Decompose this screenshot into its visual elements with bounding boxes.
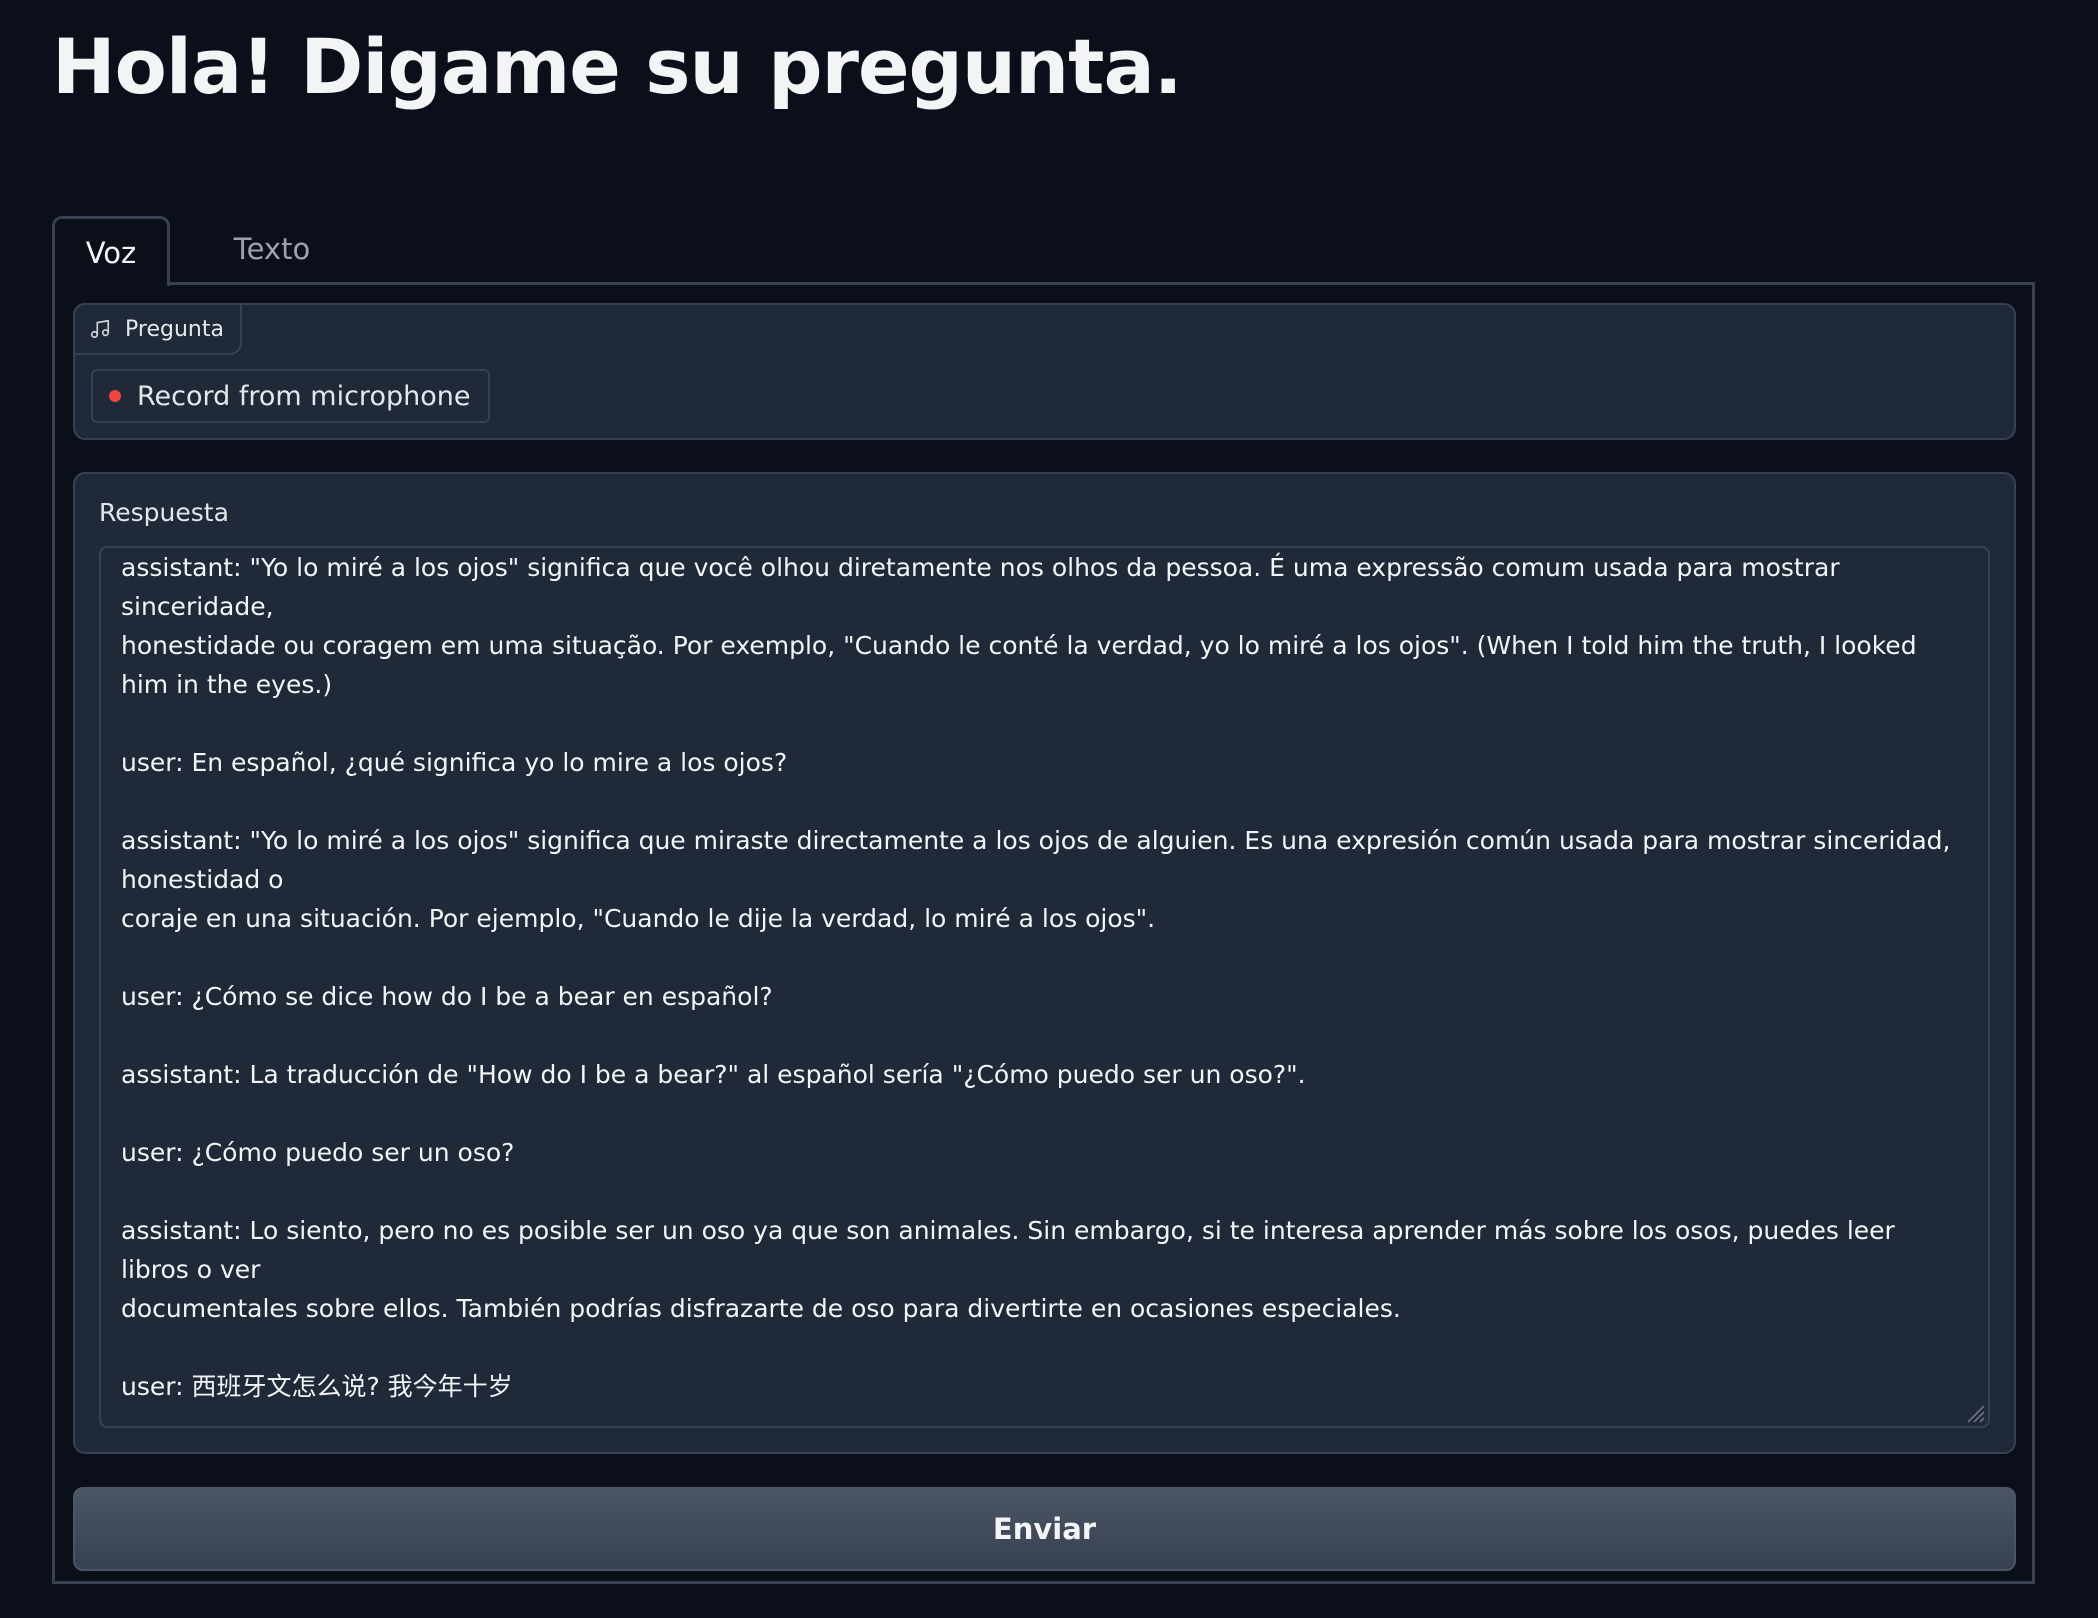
resize-handle-icon[interactable] xyxy=(1962,1400,1986,1424)
audio-input-label-text: Pregunta xyxy=(125,316,224,342)
record-button-label: Record from microphone xyxy=(137,380,471,412)
response-block: Respuesta assistant: "Yo lo miré a los o… xyxy=(73,472,2016,1454)
response-label: Respuesta xyxy=(99,498,229,527)
tabs-container: Voz Texto Pregunta Record from microphon… xyxy=(52,216,2035,1584)
response-textarea[interactable]: assistant: "Yo lo miré a los ojos" signi… xyxy=(99,546,1990,1428)
record-from-microphone-button[interactable]: Record from microphone xyxy=(91,369,491,423)
tab-panel-voz: Pregunta Record from microphone Respuest… xyxy=(52,282,2035,1584)
tab-voz[interactable]: Voz xyxy=(52,216,170,286)
enviar-button[interactable]: Enviar xyxy=(73,1487,2016,1571)
music-icon xyxy=(89,318,111,340)
tab-texto[interactable]: Texto xyxy=(202,216,342,282)
tab-bar: Voz Texto xyxy=(52,216,2035,286)
audio-input-label: Pregunta xyxy=(73,303,242,355)
record-dot-icon xyxy=(109,390,121,402)
audio-input-block: Pregunta Record from microphone xyxy=(73,303,2016,440)
response-text: assistant: "Yo lo miré a los ojos" signi… xyxy=(121,553,1951,1401)
page-title: Hola! Digame su pregunta. xyxy=(52,22,1183,111)
